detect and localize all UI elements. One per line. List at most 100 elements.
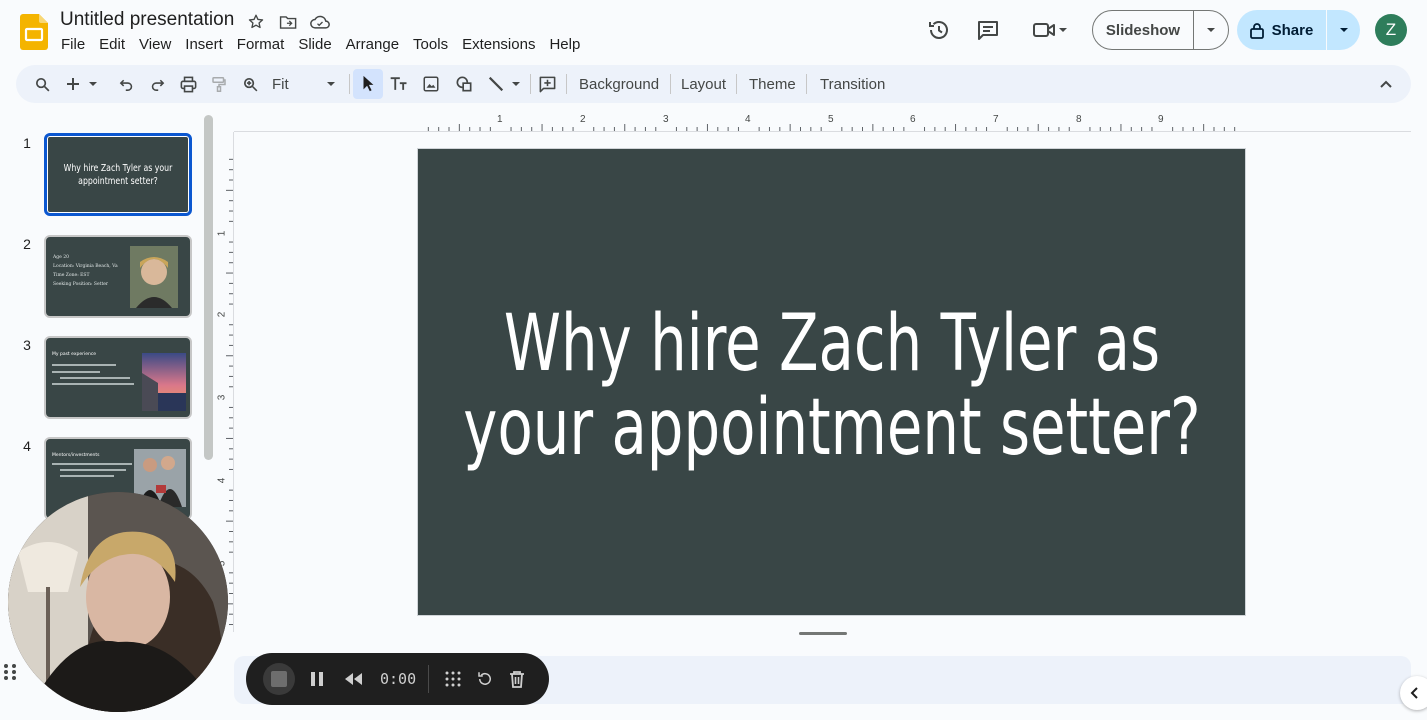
restart-icon[interactable]: [469, 663, 501, 695]
ruler-label: 4: [745, 114, 751, 125]
caret-down-icon: [89, 82, 97, 86]
thumbnail-text: Age 20 Location: Virginia Beach, Va Time…: [53, 253, 118, 289]
thumbnail-line: Age 20: [53, 255, 69, 260]
shape-icon[interactable]: [450, 69, 478, 99]
vertical-ruler[interactable]: 1 2 3 4 5: [216, 132, 234, 632]
caret-down-icon: [512, 82, 520, 86]
slideshow-button[interactable]: Slideshow: [1093, 11, 1194, 49]
horizontal-ruler[interactable]: 1 2 3 4 5 6 7 8 9: [234, 110, 1411, 132]
layout-button[interactable]: Layout: [673, 69, 734, 99]
menu-format[interactable]: Format: [230, 34, 292, 55]
thumbnail-text-line: [60, 377, 130, 379]
new-slide-button[interactable]: [62, 69, 102, 99]
insert-image-icon[interactable]: [417, 69, 445, 99]
print-icon[interactable]: [174, 69, 202, 99]
move-folder-icon[interactable]: [277, 11, 299, 33]
thumbnail-line: Location: Virginia Beach, Va: [53, 264, 118, 269]
menu-bar: File Edit View Insert Format Slide Arran…: [54, 34, 587, 55]
profile-photo: [130, 246, 178, 308]
version-history-icon[interactable]: [923, 14, 955, 46]
slide-canvas[interactable]: Why hire Zach Tyler as your appointment …: [418, 149, 1245, 615]
ruler-label: 1: [216, 230, 228, 237]
menu-edit[interactable]: Edit: [92, 34, 132, 55]
thumbnail-line: Seeking Position: Setter: [53, 282, 109, 287]
speaker-notes-resize-handle[interactable]: [799, 632, 847, 635]
select-tool-icon[interactable]: [353, 69, 383, 99]
cloud-status-icon[interactable]: [309, 11, 331, 33]
delete-recording-icon[interactable]: [501, 663, 533, 695]
ruler-label: 8: [1076, 114, 1082, 125]
line-icon: [488, 76, 504, 92]
comments-icon[interactable]: [972, 14, 1004, 46]
share-label: Share: [1271, 21, 1314, 39]
ruler-ticks: [226, 158, 233, 626]
collapse-toolbar-icon[interactable]: [1372, 69, 1400, 99]
meet-dropdown-icon: [1059, 28, 1067, 32]
plus-icon: [67, 78, 79, 90]
pause-icon[interactable]: [301, 663, 333, 695]
ruler-label: 9: [1158, 114, 1164, 125]
menu-file[interactable]: File: [54, 34, 92, 55]
webcam-preview[interactable]: [8, 492, 228, 712]
recorder-divider: [428, 665, 429, 693]
toolbar-divider: [670, 74, 671, 94]
slideshow-button-group: Slideshow: [1092, 10, 1229, 50]
toolbar-divider: [566, 74, 567, 94]
menu-arrange[interactable]: Arrange: [339, 34, 406, 55]
paint-format-icon[interactable]: [205, 69, 233, 99]
thumbnail-text-line: [52, 364, 116, 366]
menu-tools[interactable]: Tools: [406, 34, 455, 55]
meet-button[interactable]: [1026, 14, 1074, 46]
menu-slide[interactable]: Slide: [291, 34, 338, 55]
slide-thumbnail-1[interactable]: Why hire Zach Tyler as your appointment …: [44, 133, 192, 216]
share-button[interactable]: Share: [1237, 10, 1327, 50]
document-title[interactable]: Untitled presentation: [60, 9, 234, 31]
zoom-select[interactable]: Fit: [266, 69, 342, 99]
menu-extensions[interactable]: Extensions: [455, 34, 542, 55]
share-button-group: Share: [1237, 10, 1360, 50]
drag-handle-icon[interactable]: [2, 662, 18, 687]
ruler-label: 2: [580, 114, 586, 125]
slideshow-options-button[interactable]: [1194, 25, 1228, 35]
rewind-icon[interactable]: [337, 663, 369, 695]
filmstrip-scrollbar[interactable]: [204, 115, 213, 460]
zoom-icon[interactable]: [236, 69, 264, 99]
thumbnail-text-line: [52, 463, 132, 465]
add-comment-icon[interactable]: [533, 69, 561, 99]
share-options-button[interactable]: [1327, 25, 1360, 35]
thumbnail-content: Why hire Zach Tyler as your appointment …: [47, 136, 189, 213]
caret-down-icon: [327, 82, 335, 86]
toolbar-divider: [349, 74, 350, 94]
undo-icon[interactable]: [112, 69, 140, 99]
slide-thumbnail-3[interactable]: My past experience: [44, 336, 192, 419]
slide-title-text[interactable]: Why hire Zach Tyler as your appointment …: [443, 302, 1220, 471]
transition-button[interactable]: Transition: [812, 69, 893, 99]
theme-button[interactable]: Theme: [741, 69, 804, 99]
menu-insert[interactable]: Insert: [178, 34, 230, 55]
show-side-panel-button[interactable]: [1400, 676, 1427, 710]
account-avatar[interactable]: Z: [1375, 14, 1407, 46]
search-menus-icon[interactable]: [28, 69, 56, 99]
thumbnail-text-line: [60, 469, 126, 471]
zoom-value: Fit: [272, 75, 289, 93]
line-tool-button[interactable]: [484, 69, 524, 99]
stop-recording-icon[interactable]: [263, 663, 295, 695]
toolbar-divider: [736, 74, 737, 94]
toolbar-divider: [530, 74, 531, 94]
thumbnail-title: Why hire Zach Tyler as your appointment …: [63, 162, 173, 187]
ruler-label: 2: [216, 311, 228, 318]
text-box-icon[interactable]: [385, 69, 413, 99]
sunset-photo: [142, 353, 186, 411]
star-icon[interactable]: [245, 11, 267, 33]
ruler-label: 5: [828, 114, 834, 125]
slides-logo-icon[interactable]: [20, 14, 48, 50]
menu-help[interactable]: Help: [542, 34, 587, 55]
redo-icon[interactable]: [143, 69, 171, 99]
background-button[interactable]: Background: [571, 69, 667, 99]
move-controls-icon[interactable]: [437, 663, 469, 695]
slide-number: 4: [23, 438, 31, 454]
caret-down-icon: [1207, 28, 1215, 32]
menu-view[interactable]: View: [132, 34, 178, 55]
thumbnail-title: My past experience: [52, 352, 97, 357]
slide-thumbnail-2[interactable]: Age 20 Location: Virginia Beach, Va Time…: [44, 235, 192, 318]
